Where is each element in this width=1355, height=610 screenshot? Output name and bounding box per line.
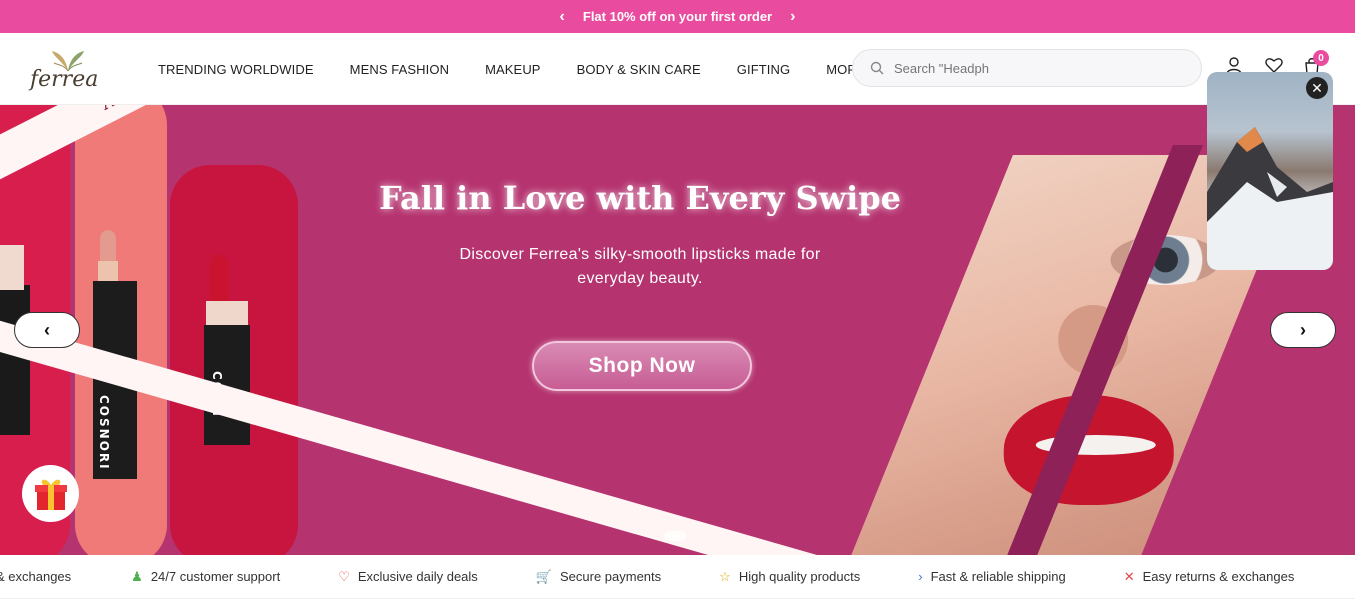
feature-text: Easy returns & exchanges	[1142, 569, 1295, 584]
nav-item-trending[interactable]: TRENDING WORLDWIDE	[158, 62, 314, 77]
search-icon	[870, 61, 884, 75]
carousel-next-button[interactable]: ›	[1270, 312, 1336, 348]
brand-text: COSNORI	[97, 395, 111, 471]
chevron-left-icon[interactable]: ‹	[560, 8, 565, 26]
gift-icon	[34, 479, 67, 510]
announcement-text: Flat 10% off on your first order	[582, 9, 773, 24]
feature-text: & exchanges	[0, 569, 72, 584]
nav-item-makeup[interactable]: MAKEUP	[485, 62, 541, 77]
logo[interactable]: ferrea	[30, 47, 106, 93]
nav-item-body-skin-care[interactable]: BODY & SKIN CARE	[577, 62, 701, 77]
carousel-dot[interactable]	[664, 531, 686, 541]
features-strip: & exchanges ♟ 24/7 customer support ♡ Ex…	[0, 555, 1355, 599]
chevron-right-icon: ›	[918, 569, 923, 584]
site-header: ferrea TRENDING WORLDWIDE MENS FASHION M…	[0, 33, 1355, 105]
feature-item: & exchanges	[0, 569, 71, 584]
cart-count-badge: 0	[1313, 50, 1329, 66]
close-icon: ✕	[1123, 568, 1135, 584]
cart-icon: 🛒	[535, 568, 552, 584]
feature-item: › Fast & reliable shipping	[918, 569, 1065, 584]
feature-item: ♡ Exclusive daily deals	[338, 569, 478, 585]
heart-icon: ♡	[338, 568, 350, 584]
wishlist-icon[interactable]	[1265, 57, 1283, 73]
carousel-prev-button[interactable]: ‹	[14, 312, 80, 348]
search-input[interactable]	[894, 60, 1174, 76]
person-icon: ♟	[131, 568, 143, 584]
logo-text: ferrea	[30, 67, 99, 92]
mountain-image	[1207, 127, 1333, 270]
feature-text: Secure payments	[559, 569, 662, 584]
chevron-left-icon: ‹	[44, 319, 50, 340]
hero-title: Fall in Love with Every Swipe	[378, 179, 902, 217]
feature-item: ♟ 24/7 customer support	[131, 569, 280, 585]
shop-now-button[interactable]: Shop Now	[532, 341, 752, 391]
feature-item: ☆ High quality products	[719, 569, 860, 585]
hero-subtitle: Discover Ferrea's silky-smooth lipsticks…	[459, 246, 821, 287]
nav-item-gifting[interactable]: GIFTING	[737, 62, 790, 77]
feature-text: Exclusive daily deals	[357, 569, 478, 584]
close-video-button[interactable]: ✕	[1306, 77, 1328, 99]
main-nav: TRENDING WORLDWIDE MENS FASHION MAKEUP B…	[158, 33, 902, 105]
feature-text: Fast & reliable shipping	[930, 569, 1066, 584]
close-icon: ✕	[1311, 79, 1323, 96]
star-icon: ☆	[719, 568, 731, 584]
feature-text: 24/7 customer support	[150, 569, 281, 584]
hero-banner: COSNORI CO RI A shade for every mood Fal…	[0, 105, 1355, 555]
feature-item: 🛒 Secure payments	[536, 569, 661, 585]
ribbon-text: A shade for every mood	[97, 105, 317, 114]
nav-item-mens-fashion[interactable]: MENS FASHION	[350, 62, 449, 77]
chevron-right-icon[interactable]: ›	[790, 8, 795, 26]
feature-item: ✕ Easy returns & exchanges	[1124, 569, 1295, 585]
gift-button[interactable]	[22, 465, 79, 522]
chevron-right-icon: ›	[1300, 319, 1306, 340]
announcement-bar: ‹ Flat 10% off on your first order ›	[0, 0, 1355, 33]
search-bar[interactable]	[852, 49, 1202, 87]
feature-text: High quality products	[738, 569, 861, 584]
floating-video-player[interactable]	[1207, 72, 1333, 270]
